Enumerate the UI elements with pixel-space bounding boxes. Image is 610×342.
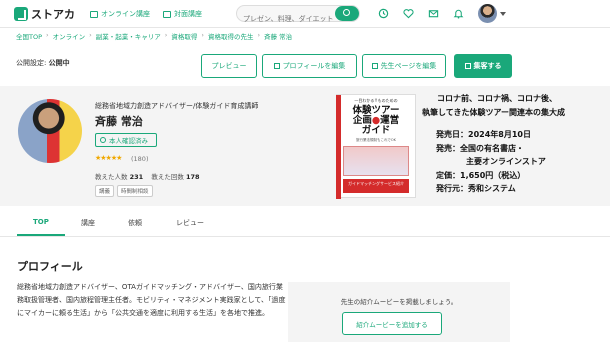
breadcrumb-item[interactable]: 資格取得の先生 (208, 31, 254, 41)
publish-status: 公開設定: 公開中 (16, 58, 70, 68)
bell-icon[interactable] (453, 8, 464, 19)
lessons-label: 教えた回数 (151, 173, 184, 181)
rating-stars: ★★★★★ (95, 154, 122, 162)
logo[interactable]: ストアカ (14, 6, 75, 22)
search-button[interactable] (335, 6, 359, 21)
breadcrumb-separator: › (257, 31, 261, 39)
promo-sale1: 発売：全国の有名書店・ (436, 144, 524, 153)
movie-prompt: 先生の紹介ムービーを掲載しましょう。 (340, 298, 458, 306)
tab-requests[interactable]: 依頼 (128, 218, 142, 228)
tab-reviews[interactable]: レビュー (176, 218, 204, 228)
edit-profile-label: プロフィールを編集 (282, 62, 346, 70)
tab-courses[interactable]: 講座 (81, 218, 95, 228)
attract-label: 集客する (473, 62, 502, 70)
breadcrumb-separator: › (201, 31, 204, 39)
search-input[interactable] (243, 11, 337, 27)
nav-online-courses[interactable]: オンライン講座 (90, 9, 150, 19)
add-movie-label: 紹介ムービーを追加する (356, 320, 428, 329)
teacher-name: 斉藤 常治 (95, 115, 143, 128)
rating-count[interactable]: (180) (131, 155, 148, 163)
preview-button[interactable]: プレビュー (201, 54, 257, 78)
book-title: 体験ツアー 企画●運営 ガイド (337, 106, 415, 136)
section-title: プロフィール (17, 260, 83, 273)
avatar[interactable] (478, 4, 497, 23)
promo-publisher: 発行元：秀和システム (436, 184, 516, 193)
active-tab-indicator (17, 234, 65, 236)
history-icon[interactable] (378, 8, 389, 19)
tag: 時間制相談 (117, 185, 153, 197)
heart-icon[interactable] (403, 8, 414, 19)
profile-photo (18, 99, 82, 163)
teaching-stats: 教えた人数 231 教えた回数 178 (95, 171, 200, 181)
logo-mark-icon (14, 7, 28, 21)
profile-bio: 総務省地域力創造アドバイザー、OTAガイドマッチング・アドバイザー、国内旅行業務… (17, 283, 286, 317)
profile-tabs: TOP 講座 依頼 レビュー (0, 207, 610, 237)
verified-badge: 本人確認済み (95, 133, 157, 147)
edit-page-button[interactable]: 先生ページを編集 (362, 54, 446, 78)
book-cover-image: 一目わかる!!ものための 体験ツアー 企画●運営 ガイド 旅行業法規制もこれでO… (336, 94, 416, 199)
top-bar: ストアカ オンライン講座 対面講座 (0, 0, 610, 28)
tag: 講義 (95, 185, 115, 197)
tag-list: 講義 時間制相談 (95, 185, 153, 197)
tab-top[interactable]: TOP (33, 218, 49, 226)
breadcrumb-separator: › (89, 31, 92, 39)
preview-label: プレビュー (211, 62, 247, 70)
lessons-value: 178 (186, 173, 200, 181)
publish-value: 公開中 (48, 59, 70, 67)
chevron-down-icon[interactable] (500, 12, 506, 16)
board-icon (163, 10, 171, 18)
intro-movie-box: 先生の紹介ムービーを掲載しましょう。 紹介ムービーを追加する (288, 282, 510, 342)
add-movie-button[interactable]: 紹介ムービーを追加する (342, 312, 442, 335)
promo-sale2: 主要オンラインストア (466, 157, 546, 166)
breadcrumb-separator: › (164, 31, 168, 39)
publish-label: 公開設定: (16, 59, 47, 67)
book-illustration (343, 146, 409, 176)
logo-text: ストアカ (31, 8, 75, 21)
promo-line2: 執筆してきた体験ツアー関連本の集大成 (422, 108, 566, 117)
breadcrumb-item[interactable]: オンライン (53, 31, 86, 41)
breadcrumb-item[interactable]: 資格取得 (171, 31, 197, 41)
promo-release: 発売日：2024年8月10日 (436, 130, 531, 139)
search-box (236, 5, 360, 27)
nav-online-label: オンライン講座 (101, 10, 150, 18)
monitor-icon (90, 10, 98, 18)
teacher-role: 総務省地域力創造アドバイザー/体験ガイド育成講師 (95, 102, 259, 110)
book-kicker: 一目わかる!!ものための (354, 98, 398, 103)
edit-icon (371, 63, 378, 69)
attract-button[interactable]: 集客する (454, 54, 512, 78)
book-spine (336, 95, 341, 199)
mail-icon[interactable] (428, 8, 439, 19)
breadcrumb: 全国TOP › オンライン › 副業・起業・キャリア › 資格取得 › 資格取得の先生 ›… (16, 31, 292, 41)
book-band: ガイドマッチングサービス紹介 (343, 179, 409, 193)
book-title-line3: ガイド (361, 125, 391, 136)
breadcrumb-item[interactable]: 全国TOP (16, 31, 42, 41)
students-label: 教えた人数 (95, 173, 128, 181)
students-value: 231 (129, 173, 144, 181)
breadcrumb-separator: › (46, 31, 49, 39)
book-subtitle: 旅行業法規制もこれでOK (356, 138, 396, 142)
promo-line1: コロナ前、コロナ禍、コロナ後、 (437, 94, 557, 103)
verified-label: 本人確認済み (109, 137, 148, 145)
nav-offline-label: 対面講座 (174, 10, 202, 18)
edit-page-label: 先生ページを編集 (380, 62, 437, 70)
megaphone-icon (464, 63, 471, 69)
breadcrumb-item[interactable]: 副業・起業・キャリア (96, 31, 161, 41)
check-icon (100, 137, 106, 143)
breadcrumb-current: 斉藤 常治 (264, 33, 293, 41)
promo-price: 定価：1,650円（税込） (436, 171, 526, 180)
edit-profile-button[interactable]: プロフィールを編集 (262, 54, 357, 78)
edit-icon (273, 63, 280, 69)
nav-offline-courses[interactable]: 対面講座 (163, 9, 202, 19)
